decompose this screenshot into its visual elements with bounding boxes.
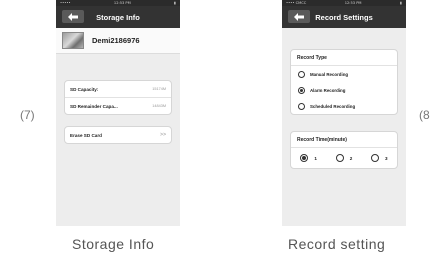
record-time-label: 2 — [349, 155, 353, 161]
record-time-title: Record Time(minute) — [291, 132, 397, 148]
record-type-title: Record Type — [291, 50, 397, 66]
erase-sd-card-button[interactable]: Erase SD Card >> — [64, 126, 172, 144]
nav-bar: Storage Info — [56, 6, 180, 28]
storage-info-caption: Storage Info — [72, 236, 155, 252]
erase-sd-card-row[interactable]: Erase SD Card >> — [65, 127, 171, 143]
back-arrow-icon — [294, 12, 304, 21]
figure-label-7: (7) — [20, 108, 35, 122]
sd-remainder-label: SD Remainder Capa... — [70, 103, 118, 109]
back-button[interactable] — [62, 10, 84, 23]
record-time-label: 3 — [385, 155, 388, 161]
device-thumbnail — [62, 32, 84, 49]
sd-remainder-value: 14843M — [152, 104, 166, 108]
radio-unchecked-icon[interactable] — [335, 154, 344, 162]
signal-indicator: ••••• — [60, 1, 71, 5]
battery-icon: ▮ — [174, 1, 176, 5]
record-type-scheduled[interactable]: Scheduled Recording — [291, 98, 397, 114]
page-title: Record Settings — [315, 12, 373, 22]
sd-capacity-label: SD Capacity: — [70, 86, 99, 92]
device-header: Demi2186976 — [56, 28, 180, 54]
erase-sd-card-label: Erase SD Card — [70, 132, 102, 138]
record-type-label: Scheduled Recording — [310, 103, 356, 109]
nav-bar: Record Settings — [282, 6, 406, 28]
battery-icon: ▮ — [400, 1, 402, 5]
record-type-manual[interactable]: Manual Recording — [291, 66, 397, 82]
radio-unchecked-icon[interactable] — [371, 154, 380, 162]
figure-label-8: (8 — [419, 108, 430, 122]
record-time-label: 1 — [314, 155, 317, 161]
record-time-option-2[interactable]: 2 — [335, 154, 353, 162]
page-title: Storage Info — [96, 12, 140, 22]
radio-unchecked-icon[interactable] — [298, 70, 305, 78]
record-type-group: Record Type Manual Recording Alarm Recor… — [290, 49, 398, 115]
record-time-option-3[interactable]: 3 — [371, 154, 388, 162]
record-time-group: Record Time(minute) 1 2 3 — [290, 131, 398, 169]
back-button[interactable] — [288, 10, 310, 23]
signal-indicator: •••• CMCC — [286, 1, 307, 5]
back-arrow-icon — [68, 12, 78, 21]
sd-capacity-row: SD Capacity: 15174M — [65, 81, 171, 97]
radio-checked-icon[interactable] — [300, 154, 309, 162]
storage-card: SD Capacity: 15174M SD Remainder Capa...… — [64, 80, 172, 115]
radio-checked-icon[interactable] — [298, 86, 305, 94]
record-type-label: Alarm Recording — [310, 87, 346, 93]
chevron-right-icon: >> — [160, 132, 166, 138]
record-settings-screen: •••• CMCC 12:53 PM ▮ Record Settings Rec… — [282, 0, 406, 226]
radio-unchecked-icon[interactable] — [298, 102, 305, 110]
record-time-options: 1 2 3 — [291, 148, 397, 168]
record-type-alarm[interactable]: Alarm Recording — [291, 82, 397, 98]
device-name: Demi2186976 — [92, 36, 140, 45]
storage-info-screen: ••••• 12:53 PM ▮ Storage Info Demi218697… — [56, 0, 180, 226]
status-time: 12:53 PM — [344, 1, 362, 5]
sd-capacity-value: 15174M — [152, 87, 166, 91]
record-type-label: Manual Recording — [310, 71, 349, 77]
status-time: 12:53 PM — [113, 1, 131, 5]
sd-remainder-row: SD Remainder Capa... 14843M — [65, 97, 171, 114]
record-time-option-1[interactable]: 1 — [300, 154, 317, 162]
record-setting-caption: Record setting — [288, 236, 386, 252]
